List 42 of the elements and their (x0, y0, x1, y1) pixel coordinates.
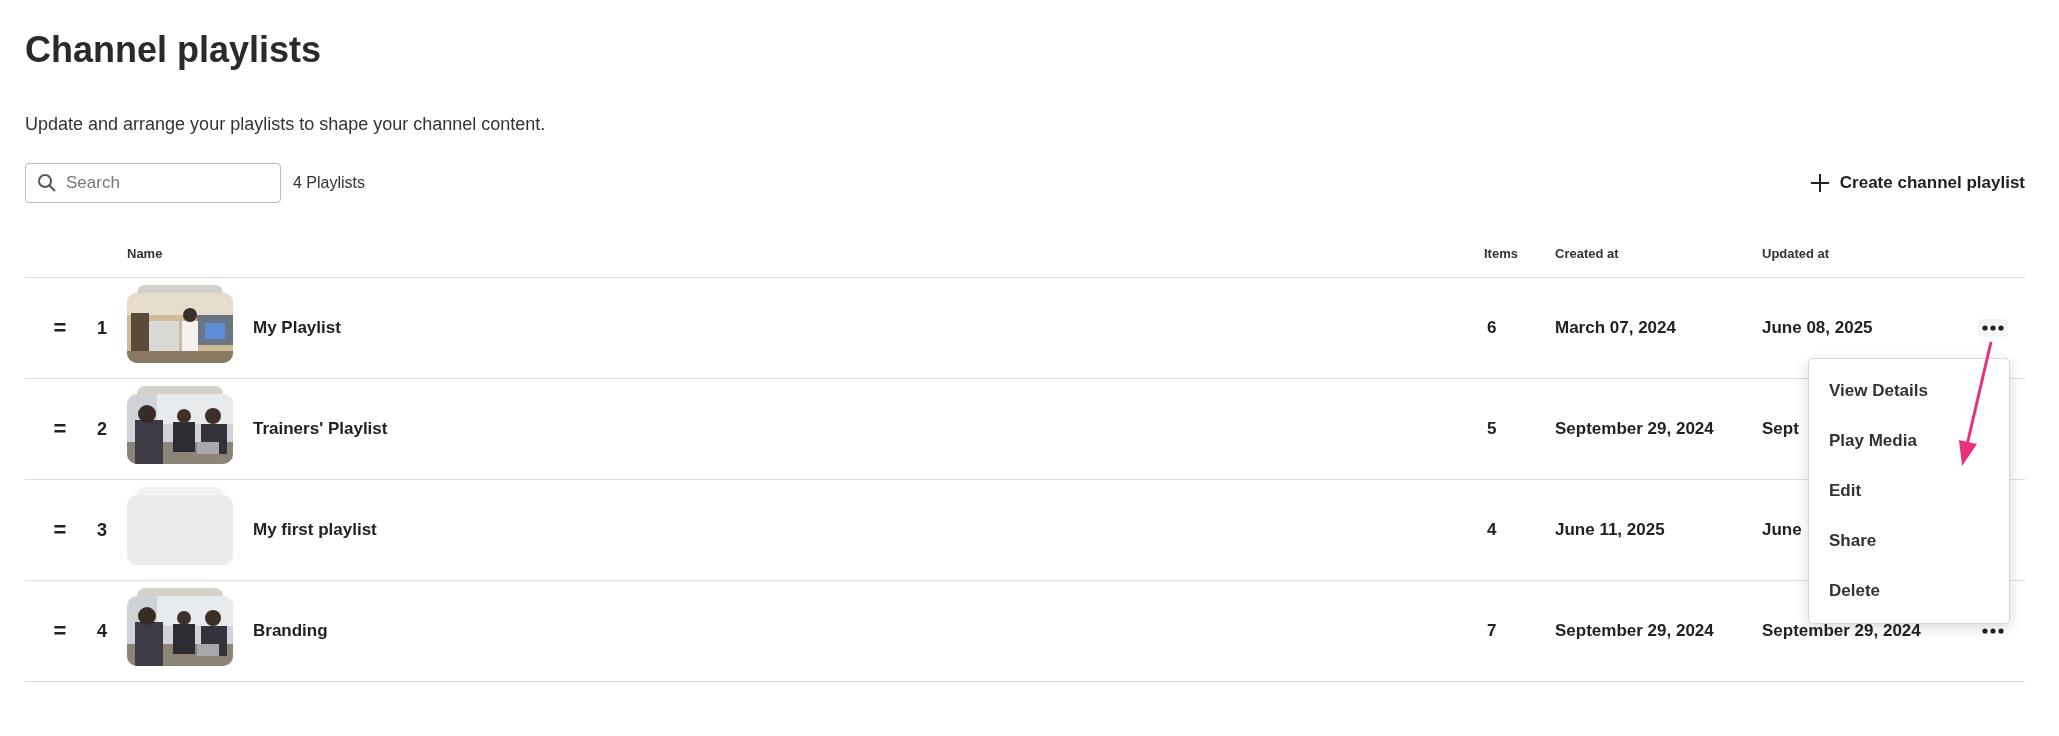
row-number: 2 (96, 418, 108, 440)
table-cell-text: 4 (1486, 520, 1498, 540)
table-cell-text: March 07, 2024 (1555, 318, 1677, 338)
row-number: 4 (96, 620, 108, 642)
create-playlist-button[interactable]: Create channel playlist (1809, 169, 2025, 197)
menu-item[interactable]: Edit (1809, 466, 2009, 516)
table-cell-text: June 08, 2025 (1762, 318, 1874, 338)
drag-handle[interactable]: = (53, 517, 67, 543)
row-number: 3 (96, 519, 108, 541)
drag-handle[interactable]: = (53, 315, 67, 341)
table-cell-text: 6 (1486, 318, 1498, 338)
page-subtitle: Update and arrange your playlists to shape your channel content. (25, 114, 547, 135)
column-header: Created at (1555, 246, 1620, 261)
playlist-name[interactable]: My Playlist (253, 318, 1484, 338)
table-cell-text: June 11, 2025 (1555, 520, 1666, 540)
column-header: Updated at (1762, 246, 1831, 261)
search-field[interactable]: Search (25, 163, 281, 203)
playlist-name[interactable]: Branding (253, 621, 1484, 641)
table-cell-text: September 29, 2024 (1555, 419, 1715, 439)
column-header: Name (127, 246, 164, 261)
column-header: Items (1484, 246, 1519, 261)
menu-item[interactable]: View Details (1809, 366, 2009, 416)
table-cell-text: September 29, 2024 (1555, 621, 1715, 641)
playlist-count: 4 Playlists (293, 174, 366, 192)
table-cell-text: Sept (1762, 419, 1800, 439)
drag-handle[interactable]: = (53, 618, 67, 644)
playlist-name[interactable]: My first playlist (253, 520, 1484, 540)
more-icon (1982, 628, 2004, 634)
menu-item[interactable]: Share (1809, 516, 2009, 566)
page-title: Channel playlists (25, 28, 323, 72)
menu-item[interactable]: Play Media (1809, 416, 2009, 466)
table-cell-text: September 29, 2024 (1762, 621, 1922, 641)
search-icon (37, 173, 57, 193)
table-cell-text: 5 (1486, 419, 1498, 439)
playlist-name[interactable]: Trainers' Playlist (253, 419, 1484, 439)
table-cell-text: 7 (1486, 621, 1498, 641)
plus-icon (1809, 173, 1830, 193)
row-number: 1 (96, 317, 108, 339)
menu-item[interactable]: Delete (1809, 566, 2009, 616)
more-button[interactable] (1978, 319, 2008, 337)
more-icon (1982, 325, 2004, 331)
drag-handle[interactable]: = (53, 416, 67, 442)
